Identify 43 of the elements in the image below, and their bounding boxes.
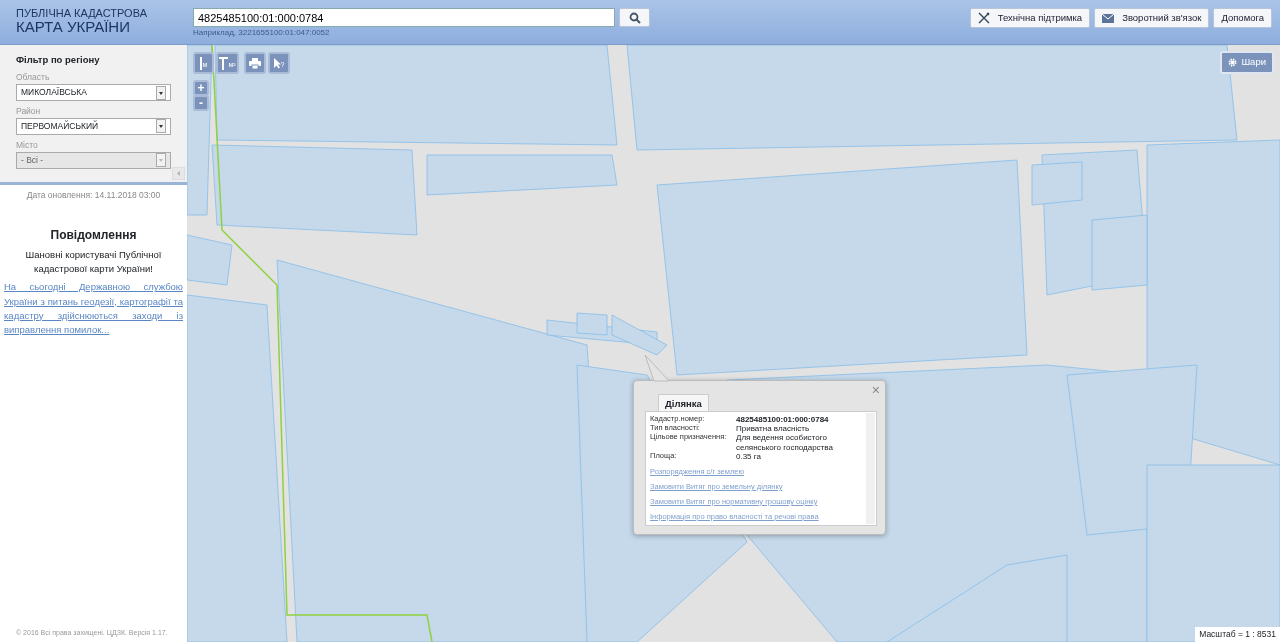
notice-title: Повідомлення: [49, 226, 138, 244]
field-label: Місто: [16, 138, 39, 152]
zoom-in-button[interactable]: +: [193, 80, 209, 96]
caret-icon: [156, 85, 166, 100]
popup-tab[interactable]: Ділянка: [658, 394, 709, 412]
collapse-icon[interactable]: [172, 167, 185, 180]
zoom-out-button[interactable]: -: [193, 95, 209, 111]
search-button[interactable]: [619, 8, 650, 27]
logo-title: КАРТА УКРАЇНИ: [16, 19, 130, 36]
support-button[interactable]: Технічна підтримка: [969, 8, 1091, 28]
scale-text: Масштаб = 1 : 8531: [1195, 627, 1280, 642]
layers-button[interactable]: Шари: [1220, 51, 1274, 74]
logo-text: ПУБЛІЧНА КАДАСТРОВА: [16, 8, 148, 19]
search-hint: Наприклад, 3221655100:01:047:0052: [193, 27, 331, 39]
select-field[interactable]: ПЕРВОМАЙСЬКИЙ: [16, 117, 171, 135]
close-button[interactable]: ×: [871, 383, 880, 397]
field-value: 0.35 га: [736, 451, 761, 461]
field-label: Район: [16, 105, 42, 118]
search-field[interactable]: 4825485100:01:000:0784: [193, 8, 615, 27]
cursor-icon: [273, 57, 281, 69]
help-button[interactable]: Допомога: [1213, 8, 1272, 28]
select-field: - Всі -: [16, 151, 171, 169]
envelope-icon: [1102, 13, 1115, 23]
field-label: Область: [16, 71, 51, 84]
tools-icon: [977, 12, 990, 24]
ruler-icon: [199, 56, 203, 70]
caret-icon: [156, 119, 166, 134]
gear-icon: [1228, 58, 1238, 67]
feedback-button[interactable]: Зворотний зв'язок: [1094, 8, 1210, 28]
notice-link[interactable]: На сьогодні Державною службою України з питань геодезії, картографії та кадастру здійснюються заходи із виправлення помилок...: [4, 280, 183, 338]
search-icon: [628, 11, 641, 24]
filter-title: Фільтр по регіону: [16, 53, 101, 67]
print-tool-button[interactable]: [244, 52, 266, 74]
caret-icon: [156, 153, 166, 167]
select-field[interactable]: МИКОЛАЇВСЬКА: [16, 84, 171, 101]
field-value: Для ведення особистого селянського господарства: [736, 433, 834, 452]
printer-icon: [249, 57, 261, 69]
notice-text: Шановні користувачі Публічної кадастрової карти України!: [24, 247, 163, 276]
scrollbar[interactable]: [866, 413, 875, 524]
ruler-icon: [219, 56, 229, 70]
update-date: Дата оновлення: 14.11.2018 03:00: [25, 189, 162, 202]
field-value: 4825485100:01:000:0784: [736, 415, 829, 425]
field-value: Приватна власність: [736, 424, 810, 434]
